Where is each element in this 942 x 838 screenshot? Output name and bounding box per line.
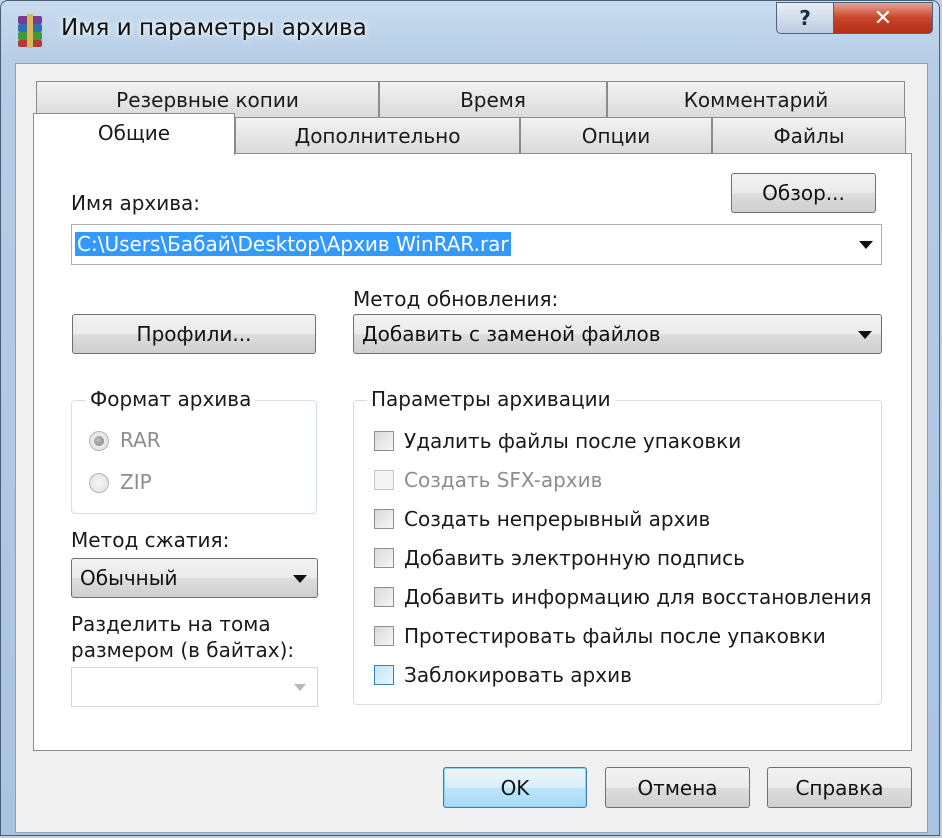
archive-name-combo[interactable]: C:\Users\Бабай\Desktop\Архив WinRAR.rar: [71, 224, 882, 265]
help-button[interactable]: Справка: [767, 767, 912, 808]
split-label-line1: Разделить на тома: [71, 612, 271, 636]
profiles-button[interactable]: Профили...: [72, 314, 316, 354]
option-solid-label[interactable]: Создать непрерывный архив: [404, 507, 710, 531]
option-test-checkbox[interactable]: [374, 626, 394, 646]
window-title: Имя и параметры архива: [61, 15, 367, 41]
archive-format-title: Формат архива: [86, 387, 256, 411]
winrar-app-icon: [18, 14, 42, 48]
format-zip-label[interactable]: ZIP: [120, 470, 152, 494]
option-recovery-checkbox[interactable]: [374, 587, 394, 607]
general-tab-panel: Имя архива: Обзор... C:\Users\Бабай\Desk…: [33, 153, 912, 751]
archive-name-label: Имя архива:: [71, 191, 201, 215]
update-method-dropdown-icon[interactable]: [858, 331, 872, 339]
ok-button[interactable]: OK: [443, 767, 587, 808]
option-signature-checkbox[interactable]: [374, 548, 394, 568]
browse-button[interactable]: Обзор...: [731, 173, 876, 213]
format-rar-label[interactable]: RAR: [120, 428, 161, 452]
option-sfx-checkbox[interactable]: [374, 470, 394, 490]
tab-options[interactable]: Опции: [520, 117, 712, 153]
tab-backup[interactable]: Резервные копии: [36, 81, 379, 117]
option-delete-files-label[interactable]: Удалить файлы после упаковки: [404, 429, 741, 453]
format-zip-radio[interactable]: [89, 473, 109, 493]
split-size-dropdown-icon[interactable]: [294, 684, 306, 691]
tab-files[interactable]: Файлы: [712, 117, 906, 153]
update-method-value: Добавить с заменой файлов: [362, 322, 661, 346]
format-rar-radio[interactable]: [89, 431, 109, 451]
dialog-client-area: Резервные копии Время Комментарий Общие …: [15, 63, 928, 833]
tab-general[interactable]: Общие: [33, 113, 235, 155]
update-method-label: Метод обновления:: [353, 287, 559, 311]
split-label-line2: размером (в байтах):: [71, 638, 295, 662]
compression-label: Метод сжатия:: [71, 528, 230, 552]
option-recovery-label[interactable]: Добавить информацию для восстановления: [404, 585, 872, 609]
compression-select[interactable]: Обычный: [71, 558, 318, 598]
dialog-window: Имя и параметры архива ? ✕ Резервные коп…: [0, 0, 940, 836]
archive-name-value[interactable]: C:\Users\Бабай\Desktop\Архив WinRAR.rar: [75, 232, 511, 256]
option-lock-checkbox[interactable]: [374, 665, 394, 685]
tab-time[interactable]: Время: [379, 81, 607, 117]
compression-dropdown-icon[interactable]: [293, 575, 307, 583]
compression-value: Обычный: [80, 566, 178, 590]
option-delete-files-checkbox[interactable]: [374, 431, 394, 451]
option-sfx-label[interactable]: Создать SFX-архив: [404, 468, 602, 492]
cancel-button[interactable]: Отмена: [605, 767, 750, 808]
split-size-combo[interactable]: [71, 667, 318, 707]
close-button[interactable]: ✕: [833, 2, 933, 34]
help-title-button[interactable]: ?: [776, 2, 834, 34]
option-solid-checkbox[interactable]: [374, 509, 394, 529]
option-signature-label[interactable]: Добавить электронную подпись: [404, 546, 745, 570]
archive-name-dropdown-icon[interactable]: [859, 241, 873, 249]
archive-format-group: [71, 400, 317, 514]
archive-options-title: Параметры архивации: [367, 387, 615, 411]
tab-advanced[interactable]: Дополнительно: [235, 117, 520, 153]
title-bar[interactable]: Имя и параметры архива ? ✕: [1, 1, 939, 61]
option-test-label[interactable]: Протестировать файлы после упаковки: [404, 624, 826, 648]
update-method-select[interactable]: Добавить с заменой файлов: [353, 314, 882, 354]
tab-comment[interactable]: Комментарий: [607, 81, 905, 117]
option-lock-label[interactable]: Заблокировать архив: [404, 663, 632, 687]
